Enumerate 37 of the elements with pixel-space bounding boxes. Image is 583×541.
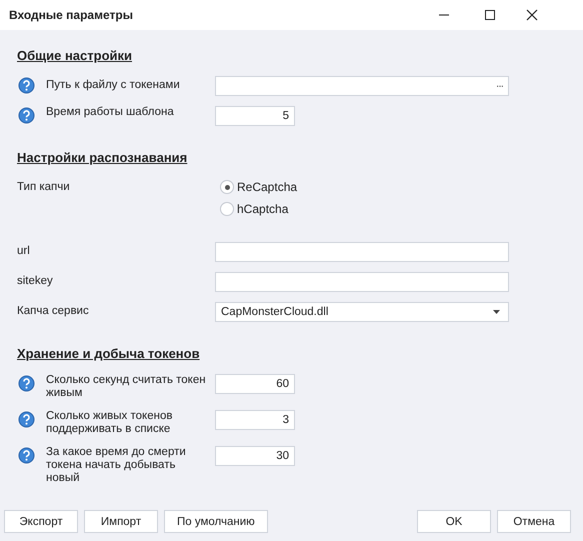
window-title: Входные параметры (9, 8, 133, 22)
radio-option[interactable]: hCaptcha (220, 202, 298, 216)
file-path-field[interactable]: ··· (215, 76, 509, 96)
number-field[interactable]: 5 (215, 106, 295, 126)
field-label: Капча сервис (17, 304, 89, 318)
maximize-icon[interactable] (484, 9, 496, 21)
dropdown[interactable]: CapMonsterCloud.dll (215, 302, 509, 322)
close-icon[interactable] (526, 9, 538, 21)
field-label: url (17, 244, 30, 258)
field-label: Путь к файлу с токенами (46, 78, 181, 92)
field-label: sitekey (17, 274, 53, 288)
help-icon[interactable] (18, 107, 35, 124)
field-label: Время работы шаблона (46, 106, 175, 119)
field-label: Сколько живых токенов поддерживать в списке (46, 410, 174, 436)
section-heading: Настройки распознавания (17, 150, 188, 165)
section-heading: Общие настройки (17, 48, 132, 63)
help-icon[interactable] (18, 411, 35, 428)
dialog-button[interactable]: По умолчанию (164, 510, 268, 533)
help-icon[interactable] (18, 375, 35, 392)
number-field[interactable]: 60 (215, 374, 295, 394)
browse-button[interactable]: ··· (496, 80, 503, 92)
dialog-button[interactable]: Импорт (84, 510, 158, 533)
dialog-button[interactable]: OK (417, 510, 491, 533)
field-label: Тип капчи (17, 180, 70, 194)
number-field[interactable]: 30 (215, 446, 295, 466)
input-field[interactable] (215, 272, 509, 292)
dialog-button[interactable]: Отмена (497, 510, 571, 533)
section-heading: Хранение и добыча токенов (17, 346, 200, 361)
radio-option[interactable]: ReCaptcha (220, 180, 298, 194)
input-field[interactable] (215, 242, 509, 262)
caret-icon (493, 310, 500, 314)
help-icon[interactable] (18, 447, 35, 464)
help-icon[interactable] (18, 77, 35, 94)
dialog-button[interactable]: Экспорт (4, 510, 78, 533)
number-field[interactable]: 3 (215, 410, 295, 430)
field-label: За какое время до смерти токена начать добывать новый (46, 446, 187, 485)
field-label: Сколько секунд считать токен живым (46, 374, 206, 400)
